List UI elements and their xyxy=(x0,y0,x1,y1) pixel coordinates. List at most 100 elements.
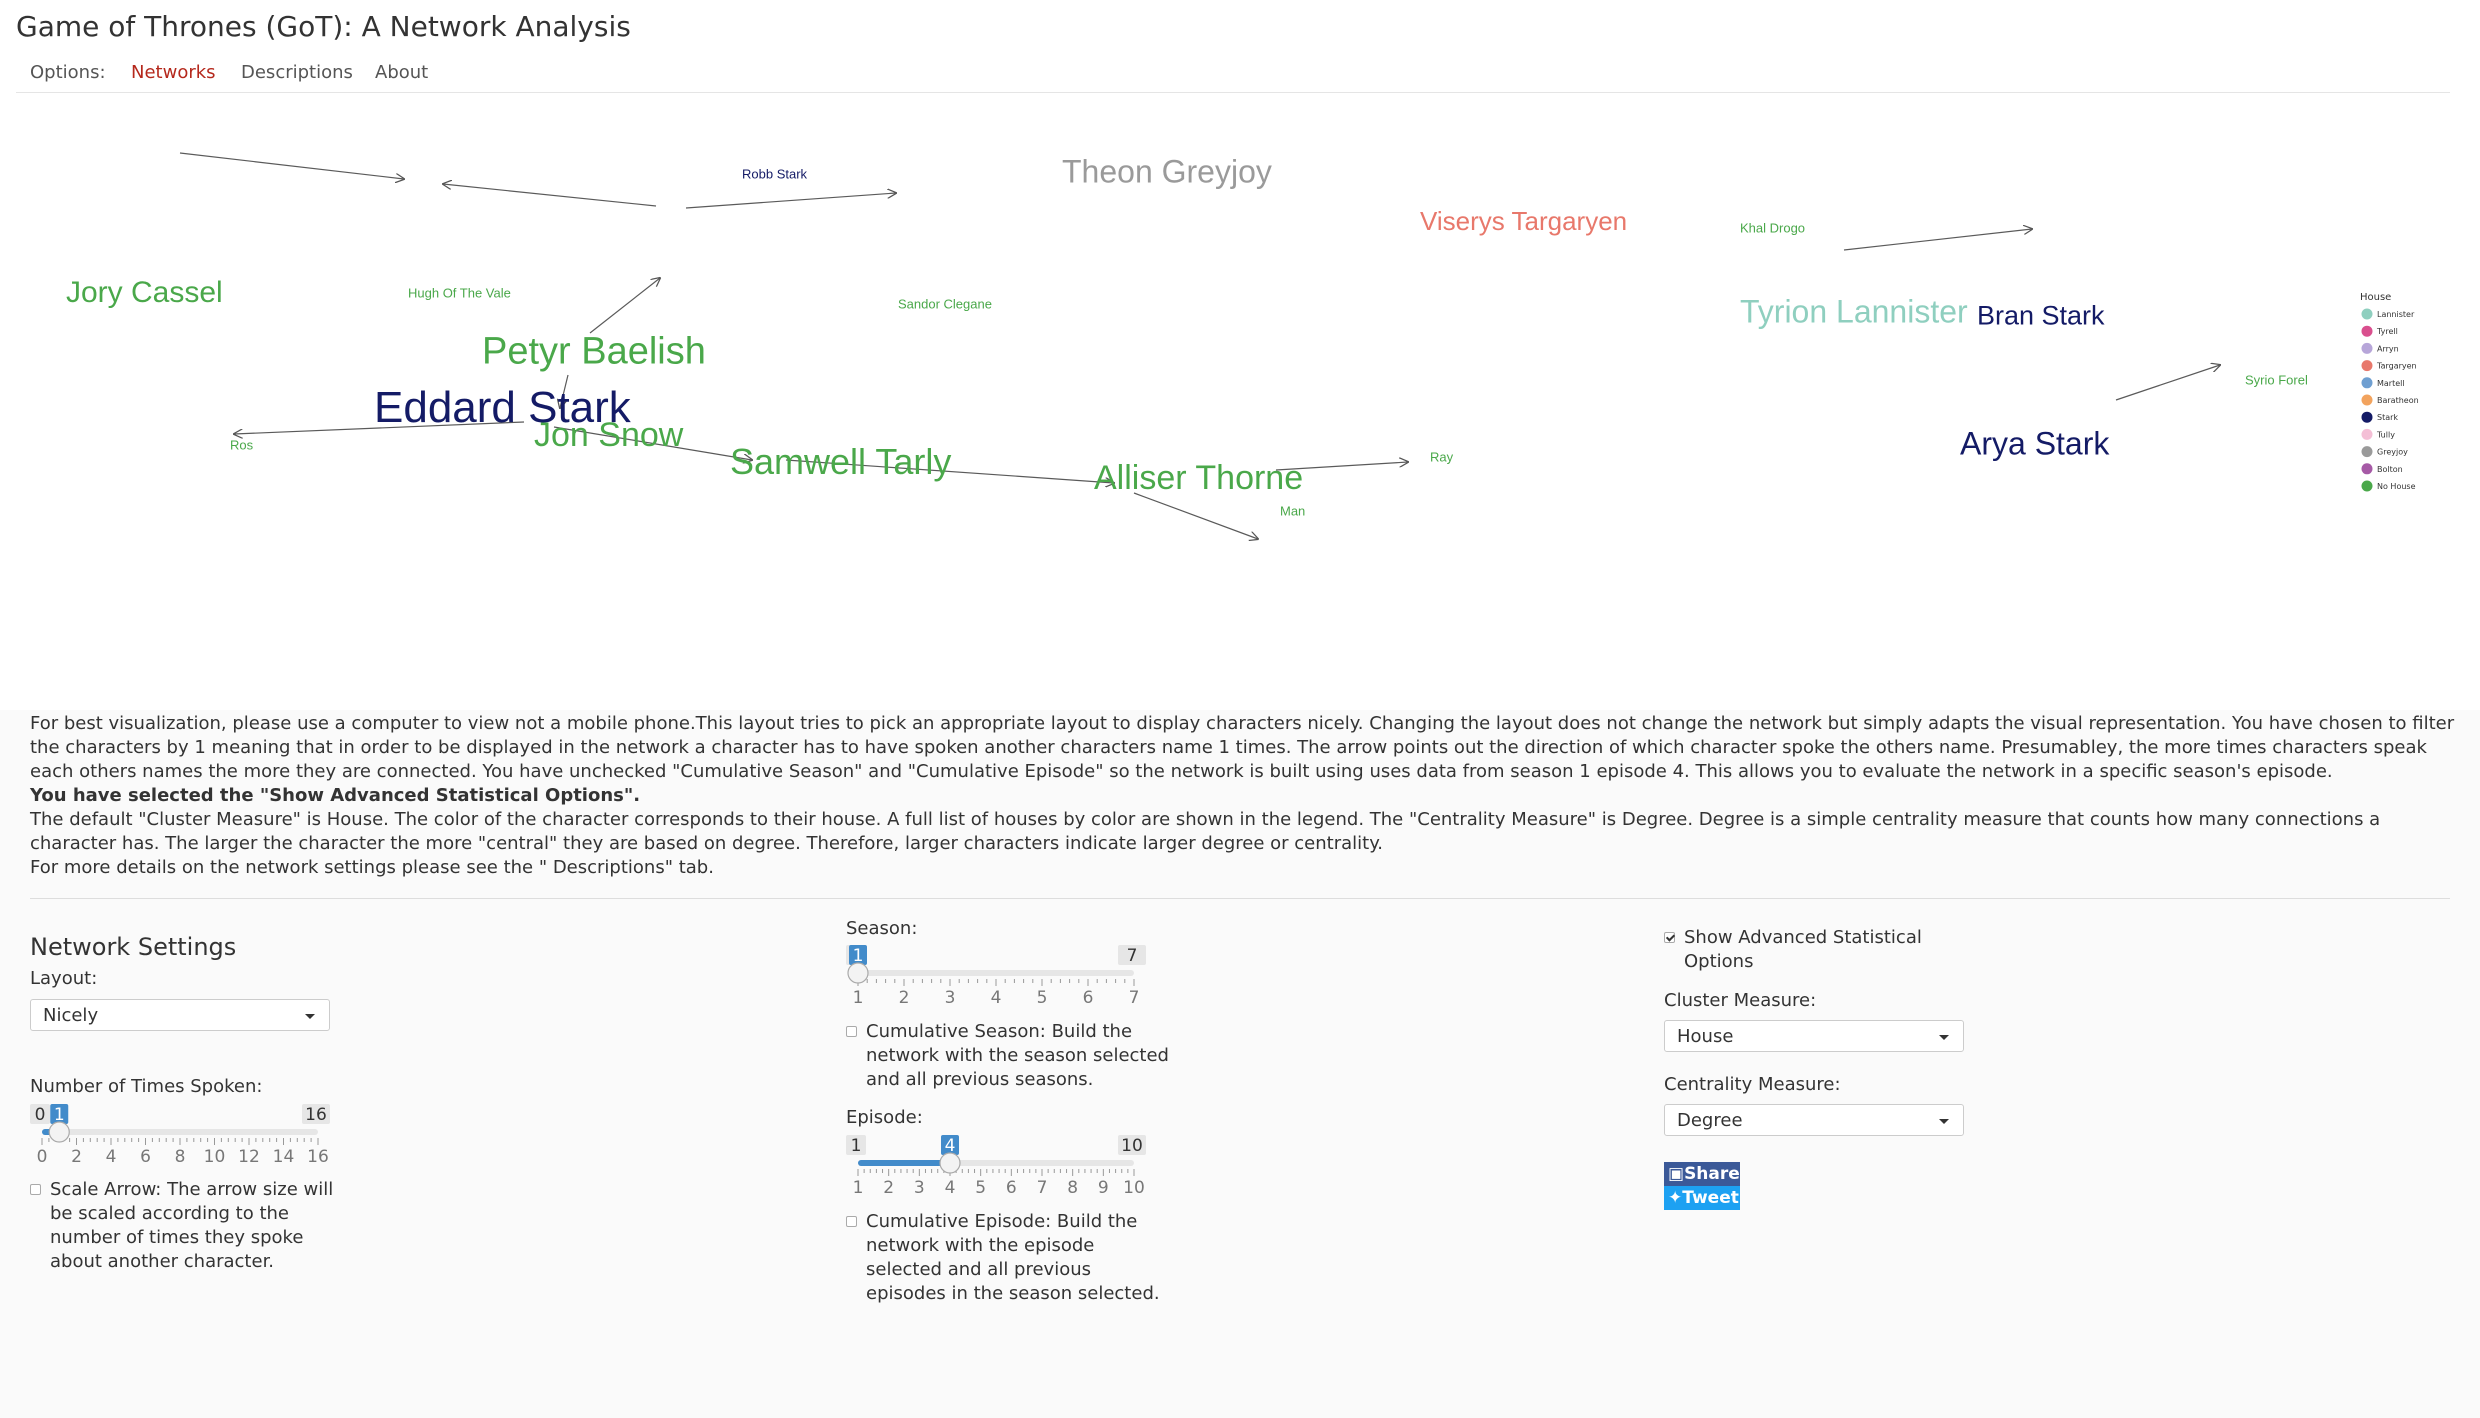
slider-tick-label: 8 xyxy=(1067,1178,1078,1198)
legend: House Lannister Tyrell Arryn Targaryen Martel… xyxy=(2360,292,2419,492)
times-spoken-slider[interactable]: 0 2 4 6 8 10 12 14 16 0 16 1 xyxy=(30,1104,330,1167)
edge-eddard_stark-to-petyr_baelish xyxy=(589,278,660,334)
tweet-label: Tweet xyxy=(1682,1188,1739,1208)
cluster-measure-select[interactable]: House xyxy=(1664,1020,1964,1052)
slider-tick-label: 6 xyxy=(140,1147,151,1167)
node-alliser-thorne[interactable]: Alliser Thorne xyxy=(1094,459,1303,497)
cumulative-season-checkbox[interactable] xyxy=(846,1026,857,1037)
centrality-measure-value: Degree xyxy=(1677,1110,1743,1131)
edge-jory_cassel-to-hugh_of_the_vale xyxy=(179,152,404,179)
tab-descriptions[interactable]: Descriptions xyxy=(241,62,353,83)
episode-label: Episode: xyxy=(846,1107,923,1128)
node-khal-drogo[interactable]: Khal Drogo xyxy=(1740,220,1805,235)
node-samwell-tarly[interactable]: Samwell Tarly xyxy=(730,441,951,482)
slider-tick-label: 6 xyxy=(1006,1178,1017,1198)
edge-petyr_baelish-to-hugh_of_the_vale xyxy=(443,184,657,207)
episode-slider[interactable]: 1 2 3 4 5 6 7 8 9 10 1 10 4 xyxy=(846,1135,1146,1198)
node-bran-stark[interactable]: Bran Stark xyxy=(1977,301,2105,331)
slider-tick-label: 10 xyxy=(204,1147,226,1167)
legend-swatch xyxy=(2361,411,2373,423)
legend-item-label: Stark xyxy=(2377,413,2398,422)
scale-arrow-checkbox[interactable] xyxy=(30,1184,41,1195)
node-petyr-baelish[interactable]: Petyr Baelish xyxy=(482,330,706,372)
tab-networks[interactable]: Networks xyxy=(131,62,216,83)
legend-swatch xyxy=(2361,446,2373,458)
share-label: Share xyxy=(1684,1164,1740,1184)
slider-graphic[interactable]: 1234567171 xyxy=(846,945,1146,1008)
season-label: Season: xyxy=(846,918,918,939)
node-sandor-clegane[interactable]: Sandor Clegane xyxy=(898,296,992,311)
facebook-icon: ▣ xyxy=(1668,1164,1685,1184)
node-hugh-of-the-vale[interactable]: Hugh Of The Vale xyxy=(408,285,511,300)
legend-item-label: Tully xyxy=(2376,430,2395,439)
node-ros[interactable]: Ros xyxy=(230,437,254,452)
node-robb-stark[interactable]: Robb Stark xyxy=(742,166,808,181)
legend-item-label: Bolton xyxy=(2377,465,2403,474)
slider-tick-label: 7 xyxy=(1037,1178,1048,1198)
slider-track xyxy=(858,970,1134,976)
node-ray[interactable]: Ray xyxy=(1430,449,1454,464)
centrality-measure-select[interactable]: Degree xyxy=(1664,1104,1964,1136)
slider-handle[interactable] xyxy=(939,1152,961,1174)
legend-swatch xyxy=(2361,377,2373,389)
node-man[interactable]: Man xyxy=(1280,503,1305,518)
legend-title: House xyxy=(2360,292,2391,303)
facebook-share-button[interactable]: ▣Share xyxy=(1664,1162,1740,1186)
slider-tick-label: 2 xyxy=(883,1178,894,1198)
slider-fill xyxy=(858,1160,950,1166)
cluster-measure-label: Cluster Measure: xyxy=(1664,990,1817,1011)
advanced-options-checkbox[interactable] xyxy=(1664,932,1675,943)
scale-arrow-checkbox-row[interactable]: Scale Arrow: The arrow size will be scal… xyxy=(30,1178,350,1278)
node-arya-stark[interactable]: Arya Stark xyxy=(1960,426,2110,462)
legend-swatch xyxy=(2361,342,2373,354)
legend-item-label: Lannister xyxy=(2377,310,2415,319)
tweet-button[interactable]: ✦Tweet xyxy=(1664,1186,1740,1210)
layout-value: Nicely xyxy=(43,1005,99,1026)
node-jory-cassel[interactable]: Jory Cassel xyxy=(66,276,223,309)
edge-tyrion_lannister-to-bran_stark xyxy=(1843,229,2032,251)
slider-tick-label: 4 xyxy=(106,1147,117,1167)
slider-tick-label: 6 xyxy=(1083,988,1094,1008)
legend-item-label: Martell xyxy=(2377,379,2405,388)
advanced-options-checkbox-row[interactable]: Show Advanced Statistical Options xyxy=(1664,926,1964,976)
slider-graphic[interactable]: 0 2 4 6 8 10 12 14 160 161 xyxy=(30,1104,330,1167)
node-theon-greyjoy[interactable]: Theon Greyjoy xyxy=(1062,154,1272,190)
description-paragraph: For best visualization, please use a com… xyxy=(30,713,2455,782)
season-slider[interactable]: 1234567171 xyxy=(846,945,1146,1008)
slider-max-label: 16 xyxy=(305,1105,327,1125)
network-canvas[interactable]: Robb Stark Theon Greyjoy Viserys Targaryen… xyxy=(30,110,2450,710)
legend-item-label: Targaryen xyxy=(2376,362,2417,371)
slider-tick-label: 2 xyxy=(71,1147,82,1167)
edge-petyr_baelish-to-sandor_clegane xyxy=(685,193,896,209)
slider-tick-label: 9 xyxy=(1098,1178,1109,1198)
cumulative-season-checkbox-row[interactable]: Cumulative Season: Build the network wit… xyxy=(846,1020,1176,1096)
slider-track xyxy=(42,1129,318,1135)
slider-tick-label: 1 xyxy=(853,988,864,1008)
slider-min-label: 0 xyxy=(35,1105,46,1125)
slider-handle[interactable] xyxy=(847,962,869,984)
slider-graphic[interactable]: 1 2 3 4 5 6 7 8 9 101 104 xyxy=(846,1135,1146,1198)
slider-tick-label: 2 xyxy=(899,988,910,1008)
slider-tick-label: 1 xyxy=(853,1178,864,1198)
slider-tick-label: 0 xyxy=(37,1147,48,1167)
node-syrio-forel[interactable]: Syrio Forel xyxy=(2245,372,2308,387)
chevron-down-icon xyxy=(1939,1119,1949,1124)
slider-tick-label: 7 xyxy=(1129,988,1140,1008)
slider-handle[interactable] xyxy=(48,1121,70,1143)
node-jon-snow[interactable]: Jon Snow xyxy=(534,416,684,454)
node-viserys-targaryen[interactable]: Viserys Targaryen xyxy=(1420,206,1627,236)
slider-tick-label: 12 xyxy=(238,1147,260,1167)
twitter-bird-icon: ✦ xyxy=(1668,1188,1683,1208)
edge-arya_stark-to-syrio_forel xyxy=(2115,365,2220,401)
tab-about[interactable]: About xyxy=(375,62,428,83)
description-advanced-notice: You have selected the "Show Advanced Sta… xyxy=(30,785,641,806)
cumulative-episode-checkbox[interactable] xyxy=(846,1216,857,1227)
network-settings-title: Network Settings xyxy=(30,933,237,961)
slider-tick-label: 4 xyxy=(991,988,1002,1008)
layout-select[interactable]: Nicely xyxy=(30,999,330,1031)
slider-tick-label: 4 xyxy=(945,1178,956,1198)
slider-tick-label: 16 xyxy=(307,1147,329,1167)
node-tyrion-lannister[interactable]: Tyrion Lannister xyxy=(1740,294,1968,330)
cumulative-episode-checkbox-row[interactable]: Cumulative Episode: Build the network wi… xyxy=(846,1210,1176,1310)
description: For best visualization, please use a com… xyxy=(30,712,2460,880)
